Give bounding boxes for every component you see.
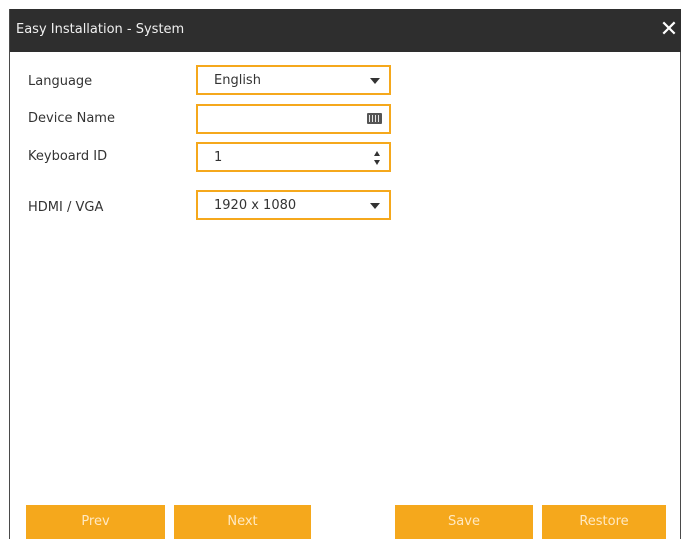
next-button[interactable]: Next	[174, 505, 311, 539]
prev-button[interactable]: Prev	[26, 505, 165, 539]
chevron-down-icon[interactable]	[370, 203, 380, 209]
hdmi-vga-label: HDMI / VGA	[28, 200, 104, 215]
dialog-title: Easy Installation - System	[16, 22, 185, 37]
language-label: Language	[28, 74, 93, 89]
easy-installation-dialog: Easy Installation - System ✕ Language En…	[9, 9, 681, 539]
language-value: English	[214, 73, 261, 88]
save-button[interactable]: Save	[395, 505, 533, 539]
language-dropdown[interactable]: English	[196, 65, 391, 95]
keyboard-icon[interactable]	[367, 113, 382, 124]
device-name-label: Device Name	[28, 111, 115, 126]
device-name-field[interactable]	[196, 104, 391, 134]
hdmi-vga-value: 1920 x 1080	[214, 198, 297, 213]
dialog-titlebar: Easy Installation - System ✕	[10, 9, 681, 52]
chevron-down-icon[interactable]	[370, 78, 380, 84]
keyboard-id-label: Keyboard ID	[28, 149, 108, 164]
keyboard-id-stepper[interactable]: 1	[196, 142, 391, 172]
close-icon[interactable]: ✕	[658, 18, 680, 42]
hdmi-vga-dropdown[interactable]: 1920 x 1080	[196, 190, 391, 220]
stepper-down-icon[interactable]	[374, 160, 380, 165]
keyboard-id-value: 1	[214, 150, 223, 165]
restore-button[interactable]: Restore	[542, 505, 666, 539]
stepper-up-icon[interactable]	[374, 151, 380, 156]
